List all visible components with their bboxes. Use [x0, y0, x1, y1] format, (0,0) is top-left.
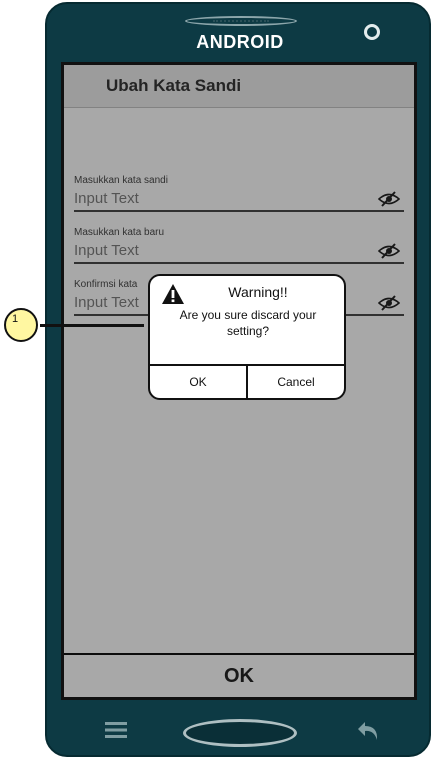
- warning-dialog: Warning!! Are you sure discard your sett…: [148, 274, 346, 400]
- dialog-message: Are you sure discard your setting?: [179, 308, 317, 338]
- warning-icon: [162, 284, 184, 304]
- device-brand: ANDROID: [196, 32, 284, 52]
- screen: Ubah Kata Sandi Masukkan kata sandi Masu…: [61, 62, 417, 700]
- dialog-ok-button[interactable]: OK: [150, 366, 246, 398]
- annotation-callout: [4, 308, 38, 342]
- home-button[interactable]: [183, 719, 297, 747]
- dialog-title: Warning!!: [228, 284, 288, 300]
- dialog-buttons: OK Cancel: [150, 364, 344, 398]
- speaker-grill-icon: [185, 16, 297, 26]
- dialog-cancel-button[interactable]: Cancel: [248, 366, 344, 398]
- callout-number: 1: [12, 313, 19, 325]
- menu-icon[interactable]: [105, 722, 127, 738]
- nav-bar: [47, 704, 429, 754]
- phone-frame: ANDROID Ubah Kata Sandi Masukkan kata sa…: [45, 2, 431, 757]
- back-icon[interactable]: [357, 720, 381, 742]
- callout-connector: [40, 324, 144, 327]
- front-camera-icon: [364, 24, 380, 40]
